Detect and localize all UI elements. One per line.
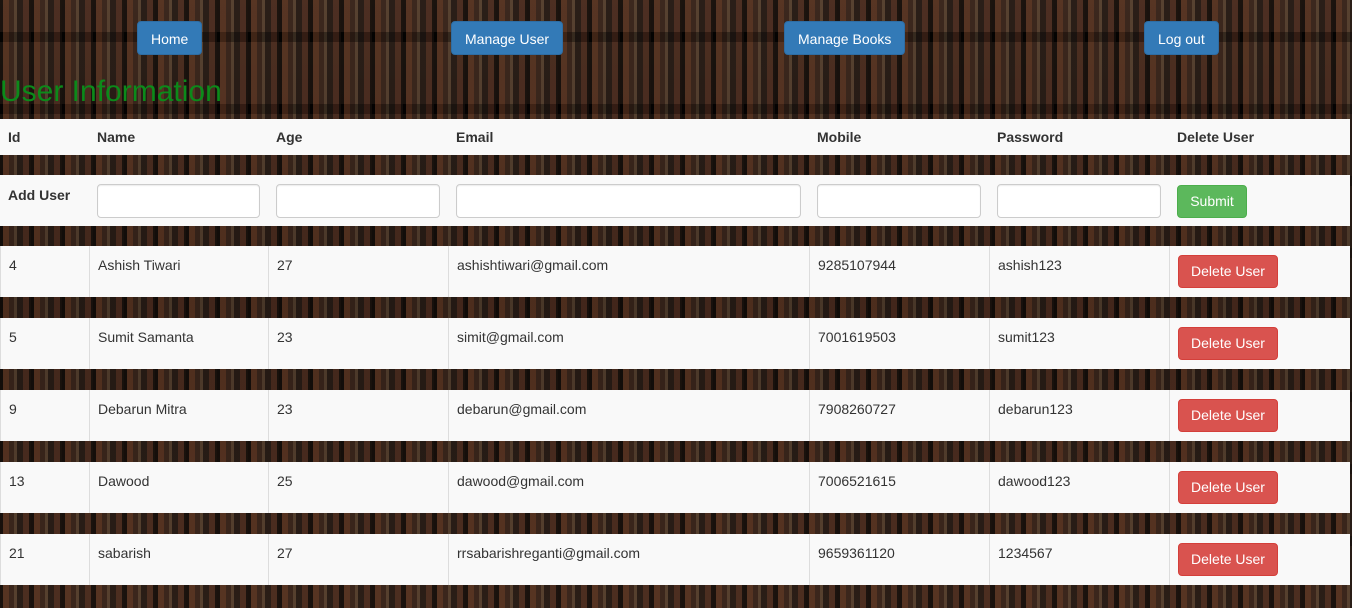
cell-name: Debarun Mitra: [89, 390, 268, 441]
header-delete-user: Delete User: [1177, 129, 1255, 145]
add-user-label: Add User: [8, 187, 71, 203]
manage-user-button[interactable]: Manage User: [451, 21, 564, 55]
add-user-row: Add User Submit: [0, 175, 1350, 226]
table-row: 4 Ashish Tiwari 27 ashishtiwari@gmail.co…: [0, 246, 1350, 297]
cell-mobile: 7001619503: [809, 318, 989, 369]
cell-email: ashishtiwari@gmail.com: [448, 246, 809, 297]
delete-user-button[interactable]: Delete User: [1178, 327, 1278, 360]
manage-books-button[interactable]: Manage Books: [784, 21, 906, 55]
cell-age: 27: [268, 246, 448, 297]
home-button[interactable]: Home: [137, 21, 203, 55]
header-password: Password: [997, 129, 1064, 145]
cell-delete: Delete User: [1169, 462, 1350, 513]
cell-id: 5: [0, 318, 89, 369]
password-input[interactable]: [997, 184, 1161, 218]
cell-name: Sumit Samanta: [89, 318, 268, 369]
table-row: 9 Debarun Mitra 23 debarun@gmail.com 790…: [0, 390, 1350, 441]
cell-email: debarun@gmail.com: [448, 390, 809, 441]
cell-email: dawood@gmail.com: [448, 462, 809, 513]
table-row: 5 Sumit Samanta 23 simit@gmail.com 70016…: [0, 318, 1350, 369]
header-email: Email: [456, 129, 494, 145]
cell-name: Dawood: [89, 462, 268, 513]
cell-delete: Delete User: [1169, 534, 1350, 585]
cell-age: 23: [268, 390, 448, 441]
logout-button[interactable]: Log out: [1144, 21, 1219, 55]
cell-id: 21: [0, 534, 89, 585]
cell-name: sabarish: [89, 534, 268, 585]
cell-email: simit@gmail.com: [448, 318, 809, 369]
cell-mobile: 7908260727: [809, 390, 989, 441]
submit-button[interactable]: Submit: [1177, 185, 1247, 218]
table-row: 21 sabarish 27 rrsabarishreganti@gmail.c…: [0, 534, 1350, 585]
name-input[interactable]: [97, 184, 260, 218]
cell-delete: Delete User: [1169, 246, 1350, 297]
table-row: 13 Dawood 25 dawood@gmail.com 7006521615…: [0, 462, 1350, 513]
cell-password: sumit123: [989, 318, 1169, 369]
delete-user-button[interactable]: Delete User: [1178, 399, 1278, 432]
cell-age: 25: [268, 462, 448, 513]
cell-mobile: 9659361120: [809, 534, 989, 585]
table-header: Id Name Age Email Mobile Password Delete…: [0, 119, 1350, 155]
cell-age: 27: [268, 534, 448, 585]
delete-user-button[interactable]: Delete User: [1178, 471, 1278, 504]
email-input[interactable]: [456, 184, 801, 218]
cell-id: 9: [0, 390, 89, 441]
cell-password: ashish123: [989, 246, 1169, 297]
cell-password: 1234567: [989, 534, 1169, 585]
cell-id: 13: [0, 462, 89, 513]
header-age: Age: [276, 129, 303, 145]
cell-delete: Delete User: [1169, 318, 1350, 369]
cell-age: 23: [268, 318, 448, 369]
delete-user-button[interactable]: Delete User: [1178, 543, 1278, 576]
mobile-input[interactable]: [817, 184, 981, 218]
cell-name: Ashish Tiwari: [89, 246, 268, 297]
cell-id: 4: [0, 246, 89, 297]
page-title: User Information: [0, 75, 222, 108]
header-name: Name: [97, 129, 136, 145]
age-input[interactable]: [276, 184, 440, 218]
delete-user-button[interactable]: Delete User: [1178, 255, 1278, 288]
cell-mobile: 7006521615: [809, 462, 989, 513]
cell-email: rrsabarishreganti@gmail.com: [448, 534, 809, 585]
header-id: Id: [8, 129, 21, 145]
cell-mobile: 9285107944: [809, 246, 989, 297]
header-mobile: Mobile: [817, 129, 862, 145]
cell-password: dawood123: [989, 462, 1169, 513]
cell-delete: Delete User: [1169, 390, 1350, 441]
cell-password: debarun123: [989, 390, 1169, 441]
top-navigation: Home Manage User Manage Books Log out: [0, 0, 1352, 80]
